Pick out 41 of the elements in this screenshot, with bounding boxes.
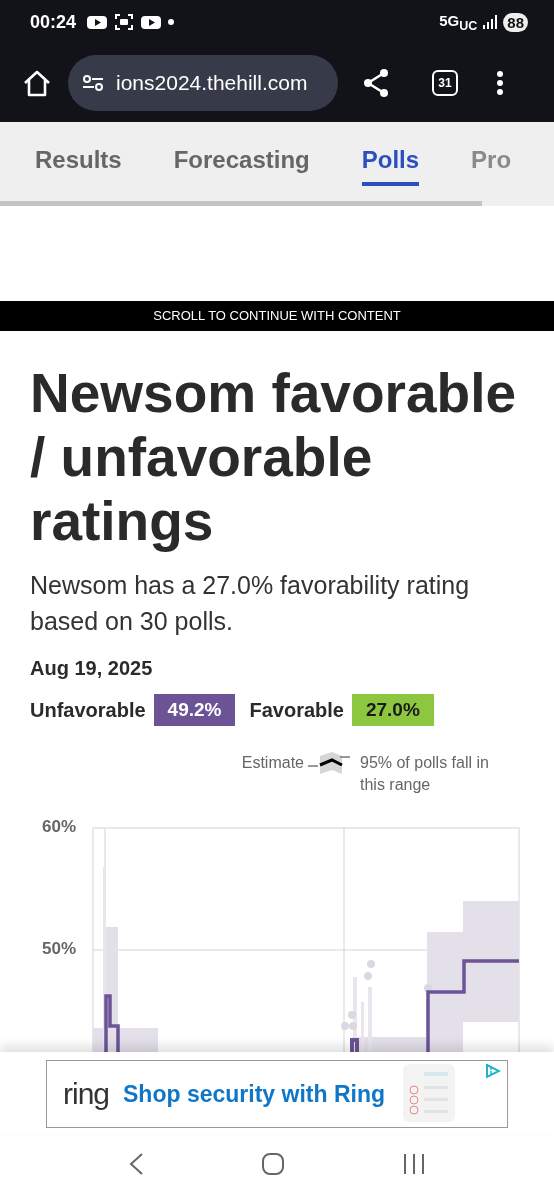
brand-logo: ring bbox=[63, 1077, 110, 1111]
date-label: Aug 19, 2025 bbox=[30, 657, 154, 680]
article-summary: Newsom has a 27.0% favorability rating based on 30 polls. bbox=[30, 570, 471, 637]
estimate-line bbox=[104, 994, 120, 1052]
back-icon[interactable] bbox=[128, 1152, 145, 1176]
legend-label: 95% of polls fall in this range bbox=[360, 753, 490, 795]
rating-value: 27.0% bbox=[351, 694, 434, 726]
poll-dot bbox=[364, 972, 372, 980]
recent-apps-icon[interactable] bbox=[401, 1153, 426, 1175]
rating-label: Unfavorable bbox=[30, 698, 146, 722]
rating-value: 49.2% bbox=[153, 694, 236, 726]
article-title: Newsom favorable / unfavorable ratings bbox=[30, 361, 517, 553]
address-bar[interactable]: ions2024.thehill.com bbox=[68, 55, 338, 111]
home-icon[interactable] bbox=[22, 69, 52, 97]
axis-tick-label: 60% bbox=[42, 817, 77, 837]
ad-banner[interactable]: ring Shop security with Ring bbox=[46, 1060, 508, 1128]
estimate-line bbox=[350, 1038, 359, 1052]
dot-icon bbox=[168, 19, 175, 25]
battery-level: 88 bbox=[503, 12, 528, 32]
home-button-icon[interactable] bbox=[261, 1152, 285, 1176]
tab-count-button[interactable]: 31 bbox=[432, 70, 458, 96]
nav-tab[interactable]: Forecasting bbox=[173, 146, 310, 186]
rating-label: Favorable bbox=[249, 698, 344, 722]
poll-dot bbox=[367, 960, 375, 968]
signal-icon bbox=[483, 15, 498, 29]
nav-tab[interactable]: Results bbox=[35, 146, 122, 186]
axis-tick-label: 50% bbox=[42, 939, 77, 959]
legend-label: Estimate bbox=[241, 753, 304, 773]
nav-tab[interactable]: Polls bbox=[361, 146, 420, 186]
video-app-icon bbox=[86, 14, 109, 30]
screenshot-icon bbox=[114, 13, 135, 31]
site-settings-icon[interactable] bbox=[82, 74, 104, 92]
video-app-icon bbox=[140, 14, 163, 30]
network-type: 5G$_{UC}$ bbox=[439, 11, 478, 33]
poll-dot bbox=[348, 1011, 356, 1019]
clock-time: 00:24 bbox=[30, 11, 77, 33]
menu-icon[interactable] bbox=[496, 70, 504, 96]
share-icon[interactable] bbox=[362, 68, 390, 98]
ad-headline[interactable]: Shop security with Ring bbox=[123, 1080, 385, 1108]
scroll-banner: SCROLL TO CONTINUE WITH CONTENT bbox=[0, 301, 554, 331]
poll-dot bbox=[424, 984, 432, 992]
